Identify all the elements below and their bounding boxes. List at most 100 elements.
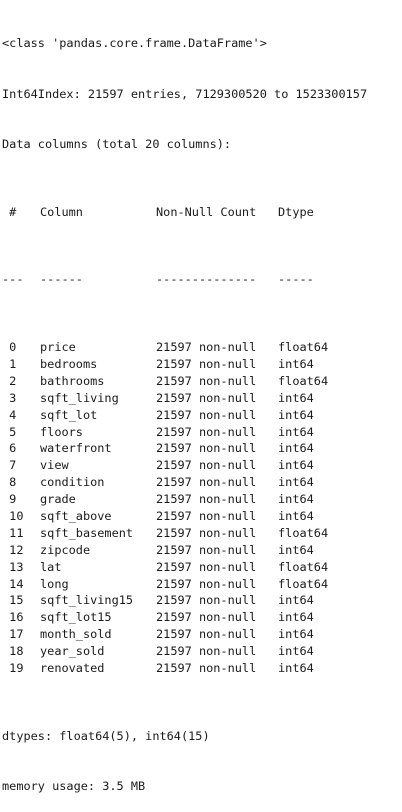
- row-non-null-count: 21597 non-null: [156, 407, 257, 422]
- table-row: 6 waterfront 21597 non-null int64: [2, 440, 367, 457]
- table-row: 14 long 21597 non-null float64: [2, 576, 367, 593]
- row-dtype: int64: [278, 390, 314, 405]
- table-row: 15 sqft_living15 21597 non-null int64: [2, 592, 367, 609]
- row-dtype: int64: [278, 424, 314, 439]
- row-non-null-count: 21597 non-null: [156, 441, 257, 456]
- row-dtype: float64: [278, 576, 329, 591]
- memory-line: memory usage: 3.5 MB: [2, 779, 146, 794]
- row-dtype: int64: [278, 407, 314, 422]
- row-dtype: int64: [278, 593, 314, 608]
- row-index: 16: [2, 610, 24, 625]
- row-column-name: bathrooms: [40, 373, 105, 388]
- row-non-null-count: 21597 non-null: [156, 576, 257, 591]
- table-header-row: # Column Non-Null Count Dtype: [2, 204, 367, 221]
- dtypes-line: dtypes: float64(5), int64(15): [2, 728, 210, 743]
- row-non-null-count: 21597 non-null: [156, 424, 257, 439]
- row-column-name: sqft_above: [40, 508, 112, 523]
- row-column-name: sqft_lot: [40, 407, 98, 422]
- table-separator-row: --- ------ -------------- -----: [2, 271, 367, 288]
- table-row: 9 grade 21597 non-null int64: [2, 491, 367, 508]
- row-non-null-count: 21597 non-null: [156, 492, 257, 507]
- row-index: 12: [2, 542, 24, 557]
- row-column-name: month_sold: [40, 627, 112, 642]
- row-column-name: sqft_living: [40, 390, 119, 405]
- row-non-null-count: 21597 non-null: [156, 559, 257, 574]
- row-dtype: int64: [278, 660, 314, 675]
- table-body: 0 price 21597 non-null float64 1 bedrooms 215…: [2, 339, 367, 677]
- row-index: 17: [2, 627, 24, 642]
- row-non-null-count: 21597 non-null: [156, 508, 257, 523]
- row-index: 5: [2, 424, 17, 439]
- row-column-name: condition: [40, 475, 105, 490]
- row-non-null-count: 21597 non-null: [156, 525, 257, 540]
- row-index: 15: [2, 593, 24, 608]
- dataframe-info-output: <class 'pandas.core.frame.DataFrame'> In…: [2, 1, 367, 812]
- row-column-name: sqft_lot15: [40, 610, 112, 625]
- columns-line: Data columns (total 20 columns):: [2, 137, 232, 152]
- row-index: 1: [2, 356, 17, 371]
- row-dtype: int64: [278, 644, 314, 659]
- row-dtype: int64: [278, 610, 314, 625]
- row-index: 14: [2, 576, 24, 591]
- row-column-name: zipcode: [40, 542, 91, 557]
- row-dtype: int64: [278, 441, 314, 456]
- row-column-name: renovated: [40, 660, 105, 675]
- row-index: 0: [2, 340, 17, 355]
- row-non-null-count: 21597 non-null: [156, 340, 257, 355]
- row-column-name: sqft_basement: [40, 525, 134, 540]
- header-count: Non-Null Count: [156, 204, 257, 219]
- row-column-name: year_sold: [40, 644, 105, 659]
- row-non-null-count: 21597 non-null: [156, 627, 257, 642]
- row-dtype: int64: [278, 492, 314, 507]
- row-index: 3: [2, 390, 17, 405]
- row-non-null-count: 21597 non-null: [156, 475, 257, 490]
- row-non-null-count: 21597 non-null: [156, 390, 257, 405]
- table-row: 11 sqft_basement 21597 non-null float64: [2, 525, 367, 542]
- separator-column: ------: [40, 272, 83, 287]
- row-dtype: int64: [278, 356, 314, 371]
- row-column-name: lat: [40, 559, 62, 574]
- row-non-null-count: 21597 non-null: [156, 593, 257, 608]
- row-non-null-count: 21597 non-null: [156, 610, 257, 625]
- row-column-name: price: [40, 340, 76, 355]
- row-index: 9: [2, 492, 17, 507]
- row-index: 4: [2, 407, 17, 422]
- row-dtype: float64: [278, 525, 329, 540]
- class-line: <class 'pandas.core.frame.DataFrame'>: [2, 35, 267, 50]
- table-row: 1 bedrooms 21597 non-null int64: [2, 356, 367, 373]
- row-dtype: int64: [278, 542, 314, 557]
- row-column-name: waterfront: [40, 441, 112, 456]
- table-row: 19 renovated 21597 non-null int64: [2, 660, 367, 677]
- row-index: 10: [2, 508, 24, 523]
- header-column: Column: [40, 204, 83, 219]
- table-row: 13 lat 21597 non-null float64: [2, 559, 367, 576]
- table-row: 3 sqft_living 21597 non-null int64: [2, 390, 367, 407]
- row-index: 2: [2, 373, 17, 388]
- row-index: 13: [2, 559, 24, 574]
- row-index: 19: [2, 660, 24, 675]
- table-row: 8 condition 21597 non-null int64: [2, 474, 367, 491]
- row-dtype: int64: [278, 627, 314, 642]
- table-row: 17 month_sold 21597 non-null int64: [2, 626, 367, 643]
- row-dtype: int64: [278, 508, 314, 523]
- row-index: 18: [2, 644, 24, 659]
- table-row: 4 sqft_lot 21597 non-null int64: [2, 407, 367, 424]
- row-dtype: float64: [278, 373, 329, 388]
- row-non-null-count: 21597 non-null: [156, 356, 257, 371]
- table-row: 12 zipcode 21597 non-null int64: [2, 542, 367, 559]
- header-index: #: [2, 204, 17, 219]
- row-non-null-count: 21597 non-null: [156, 542, 257, 557]
- table-row: 10 sqft_above 21597 non-null int64: [2, 508, 367, 525]
- row-non-null-count: 21597 non-null: [156, 373, 257, 388]
- header-dtype: Dtype: [278, 204, 314, 219]
- row-dtype: float64: [278, 340, 329, 355]
- row-non-null-count: 21597 non-null: [156, 644, 257, 659]
- row-dtype: float64: [278, 559, 329, 574]
- row-column-name: long: [40, 576, 69, 591]
- row-column-name: sqft_living15: [40, 593, 134, 608]
- row-index: 6: [2, 441, 17, 456]
- row-index: 8: [2, 475, 17, 490]
- row-index: 11: [2, 525, 24, 540]
- row-column-name: floors: [40, 424, 83, 439]
- table-row: 5 floors 21597 non-null int64: [2, 424, 367, 441]
